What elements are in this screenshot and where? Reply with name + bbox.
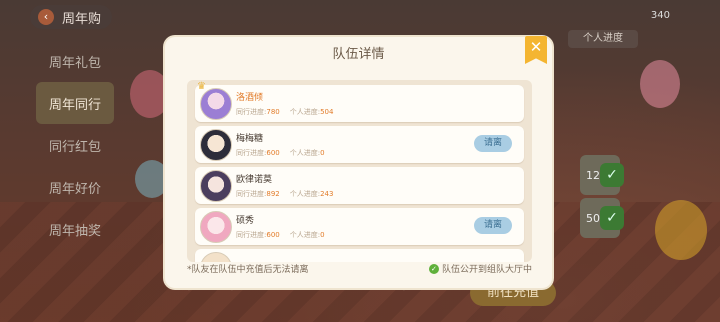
team-progress-label: 同行进度: [236,149,267,157]
public-team-toggle[interactable]: ✓ 队伍公开到组队大厅中 [428,262,532,275]
member-row: 硕秀 同行进度:600 个人进度:0 请离 [195,208,524,245]
sidebar-item-good-price[interactable]: 周年好价 [30,166,120,208]
avatar[interactable] [200,252,232,262]
reward-card-value: 50 [586,211,600,225]
personal-progress-value: 504 [320,108,334,116]
sidebar-item-red-packet[interactable]: 同行红包 [30,124,120,166]
team-details-modal: 队伍详情 ✕ ♛ 洛酒倾 同行进度:780 个人进度:504 梅梅糖 同行进度:6… [165,36,552,288]
member-name: 硕秀 [236,216,255,226]
team-progress-value: 600 [266,149,280,157]
check-icon: ✓ [600,206,624,230]
check-icon: ✓ [600,163,624,187]
team-progress-value: 600 [266,231,280,239]
member-progress: 同行进度:892 个人进度:243 [236,189,333,199]
personal-progress-label: 个人进度: [289,149,321,157]
sidebar-item-gift-pack[interactable]: 周年礼包 [30,40,120,82]
member-name: 欧律诺莫 [236,175,273,185]
reward-card-value: 12 [586,168,600,182]
sidebar-item-lottery[interactable]: 周年抽奖 [30,208,120,250]
member-row [195,249,524,262]
avatar[interactable] [200,129,232,161]
member-progress: 同行进度:600 个人进度:0 [236,148,325,158]
balloon-decoration [130,70,170,118]
back-arrow-icon[interactable]: ‹ [38,9,54,25]
personal-progress-value: 0 [320,231,325,239]
member-progress: 同行进度:780 个人进度:504 [236,107,333,117]
balloon-decoration [640,60,680,108]
crown-icon: ♛ [197,81,206,92]
member-name: 洛酒倾 [236,93,264,103]
avatar[interactable] [200,88,232,120]
sidebar-item-travel-together[interactable]: 周年同行 [36,82,114,124]
top-tab[interactable]: ‹ 周年购 [30,5,112,29]
personal-progress-value: 243 [320,190,334,198]
tab-personal-progress[interactable]: 个人进度 [568,30,638,48]
check-icon[interactable]: ✓ [428,263,439,274]
avatar[interactable] [200,170,232,202]
member-row: 梅梅糖 同行进度:600 个人进度:0 请离 [195,126,524,163]
sidebar: 周年礼包 周年同行 同行红包 周年好价 周年抽奖 [30,40,120,250]
public-team-label: 队伍公开到组队大厅中 [441,265,532,275]
team-progress-value: 892 [266,190,280,198]
top-tab-label: 周年购 [62,11,102,27]
team-progress-value: 780 [266,108,280,116]
kick-button[interactable]: 请离 [474,135,512,152]
member-progress: 同行进度:600 个人进度:0 [236,230,325,240]
modal-title: 队伍详情 [332,47,385,62]
team-progress-label: 同行进度: [236,108,267,116]
team-progress-label: 同行进度: [236,190,267,198]
balloon-decoration [135,160,169,198]
coin-count: 340 [650,10,670,21]
member-name: 梅梅糖 [236,134,264,144]
personal-progress-label: 个人进度: [289,108,321,116]
team-progress-label: 同行进度: [236,231,267,239]
balloon-decoration [655,200,707,260]
personal-progress-label: 个人进度: [289,231,321,239]
personal-progress-value: 0 [320,149,325,157]
avatar[interactable] [200,211,232,243]
kick-button[interactable]: 请离 [474,217,512,234]
personal-progress-label: 个人进度: [289,190,321,198]
member-list[interactable]: ♛ 洛酒倾 同行进度:780 个人进度:504 梅梅糖 同行进度:600 个人进度:… [187,80,532,262]
member-row: ♛ 洛酒倾 同行进度:780 个人进度:504 [195,81,524,122]
member-row: 欧律诺莫 同行进度:892 个人进度:243 [195,167,524,204]
kick-restriction-note: *队友在队伍中充值后无法请离 [187,265,309,275]
